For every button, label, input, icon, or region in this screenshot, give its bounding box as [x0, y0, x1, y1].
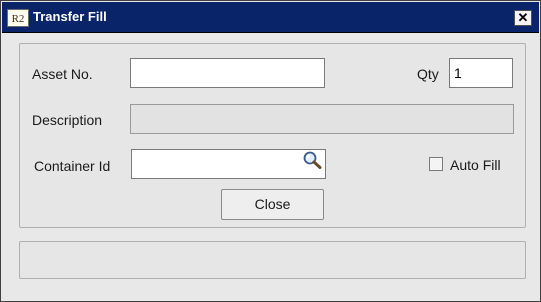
status-bar [19, 241, 526, 279]
asset-no-label: Asset No. [32, 66, 93, 82]
description-label: Description [32, 112, 103, 128]
container-id-input[interactable] [131, 149, 326, 179]
search-icon[interactable] [301, 150, 323, 170]
qty-input[interactable] [449, 58, 513, 88]
auto-fill-checkbox[interactable] [429, 157, 443, 171]
dialog-title: Transfer Fill [33, 9, 107, 24]
qty-label: Qty [417, 66, 439, 82]
app-logo-icon: R2 [7, 9, 29, 27]
title-bar[interactable]: R2 Transfer Fill ✕ [2, 2, 539, 33]
auto-fill-label[interactable]: Auto Fill [450, 156, 501, 174]
description-field [130, 104, 514, 134]
container-id-label: Container Id [34, 158, 111, 174]
asset-no-input[interactable] [130, 58, 325, 88]
window-close-button[interactable]: ✕ [514, 10, 532, 26]
close-button[interactable]: Close [221, 189, 324, 220]
transfer-fill-dialog: R2 Transfer Fill ✕ Asset No. Qty Descrip… [0, 0, 541, 302]
